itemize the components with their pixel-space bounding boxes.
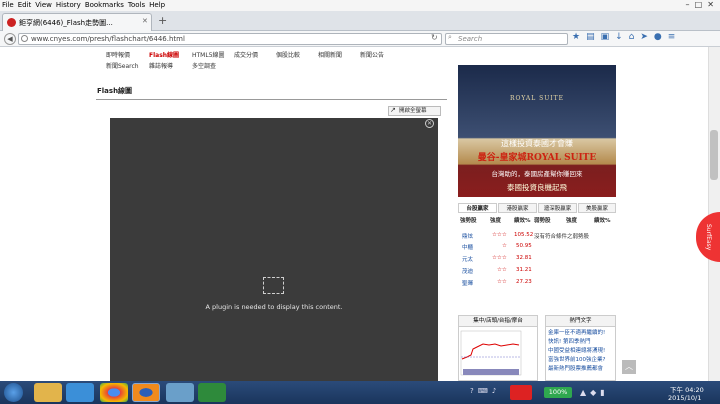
weak-note: 沒有符合條件之弱勢股	[534, 234, 590, 240]
clock-time[interactable]: 下午 04:20	[670, 384, 704, 394]
tab-close-icon[interactable]: ✕	[142, 17, 148, 25]
globe-icon	[21, 35, 28, 42]
app-icon[interactable]	[166, 383, 194, 402]
home-icon[interactable]: ⌂	[629, 32, 641, 42]
table-row[interactable]: 聖暉 ☆☆ 27.23	[458, 279, 616, 289]
bookmark-star-icon[interactable]: ★	[572, 32, 586, 42]
menu-tools[interactable]: Tools	[126, 0, 147, 11]
index-mini-chart	[460, 330, 522, 376]
new-tab-icon[interactable]: +	[158, 14, 167, 27]
search-input[interactable]: Search	[445, 33, 568, 45]
minimize-icon[interactable]: –	[686, 0, 690, 9]
plugin-icon	[263, 277, 284, 294]
tab-title: 鉅亨網(6446)_Flash走勢圖...	[19, 19, 113, 27]
hot-news-box: 熱門文字 金庫一臣不適再繼續的! 快訊! 第四季熱門 中國受益相連總將湧現! 富…	[545, 315, 616, 381]
news-item[interactable]: 金庫一臣不適再繼續的!	[548, 329, 613, 338]
news-item[interactable]: 快訊! 第四季熱門	[548, 338, 613, 347]
chart-icon: ↗	[390, 106, 396, 114]
table-row[interactable]: 茂迪 ☆☆ 31.21	[458, 267, 616, 277]
volume-icon[interactable]: ♪	[492, 387, 500, 395]
chat-icon[interactable]: ●	[654, 32, 668, 42]
clock-date[interactable]: 2015/10/1	[668, 394, 701, 402]
menu-view[interactable]: View	[33, 0, 54, 11]
stock-name[interactable]: 鼎炫	[462, 232, 473, 240]
nav-link-volume[interactable]: 成交分價	[234, 50, 258, 59]
reload-icon[interactable]: ↻	[431, 33, 438, 42]
news-item[interactable]: 中國受益相連總將湧現!	[548, 347, 613, 356]
ad-line2: 曼谷-皇家城ROYAL SUITE	[477, 153, 597, 163]
flash-chart-tab[interactable]: Flash線圖	[97, 86, 132, 96]
menu-edit[interactable]: Edit	[16, 0, 34, 11]
tab-hk-stocks[interactable]: 港股贏家	[498, 203, 537, 213]
toolbar-icons: ★▤▣↓⌂➤●≡	[572, 32, 681, 42]
plugin-message: A plugin is needed to display this conte…	[205, 303, 343, 311]
nav-link-news[interactable]: 相關新聞	[318, 50, 342, 59]
scrollbar-thumb[interactable]	[710, 130, 718, 180]
url-input[interactable]: www.cnyes.com/presh/flashchart/6446.html	[18, 33, 442, 45]
site-favicon-icon	[7, 18, 16, 27]
chart-box-title: 集中/店頭/台指/摩台	[459, 316, 537, 327]
nav-link-search[interactable]: 新聞Search	[106, 61, 139, 70]
ie-icon[interactable]	[66, 383, 94, 402]
browser-tab[interactable]: 鉅亨網(6446)_Flash走勢圖... ✕	[2, 13, 152, 31]
download-icon[interactable]: ↓	[615, 32, 629, 42]
keyboard-icon[interactable]: ⌨	[478, 387, 492, 395]
folder-icon[interactable]	[34, 383, 62, 402]
maximize-icon[interactable]: □	[695, 0, 703, 9]
menu-help[interactable]: Help	[147, 0, 167, 11]
tray-network-icon[interactable]: ▲◆▮	[580, 388, 609, 397]
tab-tw-stocks[interactable]: 台股贏家	[458, 203, 497, 213]
flash-plugin-area[interactable]	[110, 118, 438, 381]
tray-icons: ?⌨♪	[470, 387, 500, 395]
nav-link-html5[interactable]: HTML5線圖	[192, 50, 225, 59]
close-window-icon[interactable]: ✕	[707, 0, 714, 9]
nav-link-announce[interactable]: 新聞公告	[360, 50, 384, 59]
chart-plot-area	[460, 330, 522, 376]
table-row[interactable]: 中櫃 ☆ 50.95	[458, 243, 616, 253]
back-icon[interactable]: ◀	[4, 33, 16, 45]
reading-list-icon[interactable]: ▤	[586, 32, 601, 42]
index-chart-box[interactable]: 集中/店頭/台指/摩台	[458, 315, 538, 381]
news-item[interactable]: 最新熱門股票推薦都會	[548, 365, 613, 374]
table-row[interactable]: 鼎炫 ☆☆☆ 105.52 沒有符合條件之弱勢股	[458, 232, 616, 242]
table-row[interactable]: 元太 ☆☆☆ 32.81	[458, 255, 616, 265]
zoom-indicator[interactable]: 100%	[544, 387, 572, 398]
tray-app-icon[interactable]	[510, 385, 532, 400]
volume-bars	[463, 369, 519, 375]
excel-icon[interactable]	[198, 383, 226, 402]
window-controls: – □ ✕	[660, 0, 720, 11]
nav-link-compare[interactable]: 個股比較	[276, 50, 300, 59]
plugin-close-icon[interactable]: ✕	[425, 119, 434, 128]
tab-cn-stocks[interactable]: 滬深股贏家	[538, 203, 577, 213]
fullscreen-button[interactable]: 開啟全螢幕	[388, 106, 441, 116]
tab-us-stocks[interactable]: 美股贏家	[578, 203, 616, 213]
start-icon[interactable]	[4, 383, 23, 402]
royal-suite-ad[interactable]: ROYAL SUITE 這樣投資泰國才會賺 曼谷-皇家城ROYAL SUITE …	[458, 65, 616, 197]
ad-brand: ROYAL SUITE	[509, 95, 565, 102]
menu-bar: File Edit View History Bookmarks Tools Help	[0, 0, 720, 11]
ad-line1: 這樣投資泰國才會賺	[501, 139, 573, 148]
ad-line3: 台灣助的，泰國房產幫你賺回來	[491, 170, 583, 178]
firefox-icon[interactable]	[132, 383, 160, 402]
search-icon: ⌕	[448, 33, 452, 41]
hot-news-title: 熱門文字	[546, 316, 615, 327]
hamburger-menu-icon[interactable]: ≡	[668, 32, 682, 42]
chrome-icon[interactable]	[100, 383, 128, 402]
send-icon[interactable]: ➤	[640, 32, 654, 42]
menu-history[interactable]: History	[54, 0, 83, 11]
menu-bookmarks[interactable]: Bookmarks	[83, 0, 126, 11]
help-icon[interactable]: ?	[470, 387, 478, 395]
news-item[interactable]: 富強世界前100強企業?	[548, 356, 613, 365]
lock-icon[interactable]: ▣	[601, 32, 616, 42]
nav-link-flash[interactable]: Flash線圖	[149, 50, 179, 59]
menu-file[interactable]: File	[0, 0, 16, 11]
market-tabs: 台股贏家 港股贏家 滬深股贏家 美股贏家	[458, 203, 616, 213]
ad-line4: 泰國投資良機起飛	[507, 183, 567, 192]
nav-link-magazine[interactable]: 雜誌報導	[149, 61, 173, 70]
nav-link-realtime[interactable]: 即時報價	[106, 50, 130, 59]
tab-divider	[96, 99, 447, 100]
table-header: 強勢股 強度 績效% 弱勢股 強度 績效%	[460, 218, 611, 224]
nav-link-survey[interactable]: 多空調查	[192, 61, 216, 70]
scroll-top-button[interactable]: ︿	[622, 360, 636, 374]
